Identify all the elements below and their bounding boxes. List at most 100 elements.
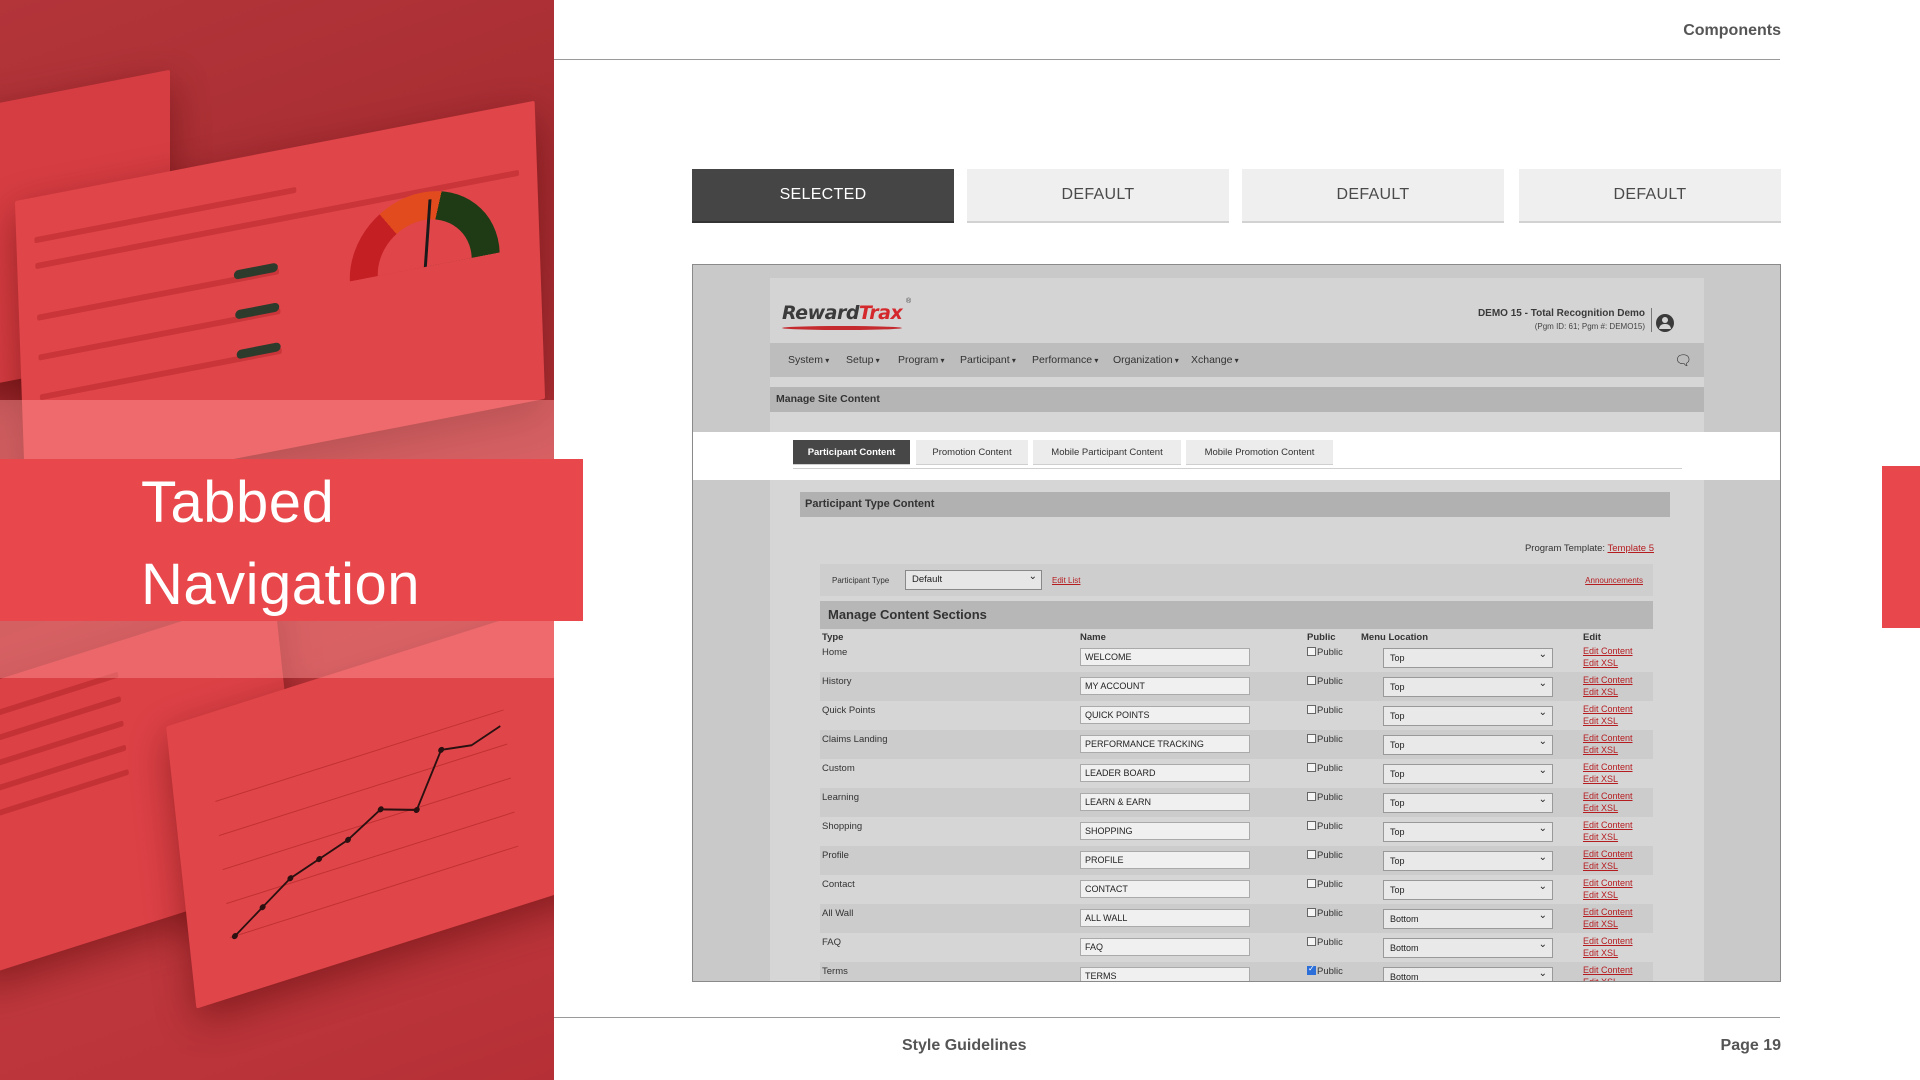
row-public[interactable]: Public <box>1307 647 1343 658</box>
public-checkbox[interactable] <box>1307 676 1316 685</box>
tab-default-2[interactable]: DEFAULT <box>1242 169 1504 223</box>
row-name-input[interactable]: FAQ <box>1080 938 1250 956</box>
public-checkbox[interactable] <box>1307 964 1316 975</box>
tab-promotion-content[interactable]: Promotion Content <box>916 440 1028 465</box>
row-menu-location-select[interactable]: Top <box>1383 735 1553 755</box>
edit-content-link[interactable]: Edit Content <box>1583 907 1633 919</box>
template-link[interactable]: Template 5 <box>1608 543 1654 554</box>
edit-content-link[interactable]: Edit Content <box>1583 791 1633 803</box>
row-menu-location-select[interactable]: Top <box>1383 764 1553 784</box>
user-account-icon[interactable] <box>1656 314 1674 332</box>
edit-content-link[interactable]: Edit Content <box>1583 646 1633 658</box>
tab-selected[interactable]: SELECTED <box>692 169 954 223</box>
nav-program[interactable]: Program <box>898 354 945 366</box>
tab-mobile-participant-content[interactable]: Mobile Participant Content <box>1033 440 1181 465</box>
public-checkbox[interactable] <box>1307 850 1316 859</box>
public-checkbox[interactable] <box>1307 908 1316 917</box>
row-public[interactable]: Public <box>1307 763 1343 774</box>
row-menu-location-select[interactable]: Bottom <box>1383 909 1553 929</box>
nav-performance[interactable]: Performance <box>1032 354 1098 366</box>
row-menu-location-select[interactable]: Bottom <box>1383 967 1553 981</box>
public-checkbox[interactable] <box>1307 705 1316 714</box>
public-checkbox[interactable] <box>1307 821 1316 830</box>
row-name-input[interactable]: CONTACT <box>1080 880 1250 898</box>
row-public[interactable]: Public <box>1307 792 1343 803</box>
hero-title-line2: Navigation <box>141 552 421 617</box>
main-nav: System Setup Program Participant Perform… <box>770 343 1704 377</box>
row-menu-location-select[interactable]: Top <box>1383 880 1553 900</box>
row-menu-location-select[interactable]: Top <box>1383 706 1553 726</box>
row-name-input[interactable]: TERMS <box>1080 967 1250 981</box>
row-public[interactable]: Public <box>1307 821 1343 832</box>
row-public[interactable]: Public <box>1307 705 1343 716</box>
public-checkbox[interactable] <box>1307 647 1316 656</box>
edit-content-link[interactable]: Edit Content <box>1583 849 1633 861</box>
row-name-input[interactable]: WELCOME <box>1080 648 1250 666</box>
row-name-input[interactable]: MY ACCOUNT <box>1080 677 1250 695</box>
public-checkbox[interactable] <box>1307 937 1316 946</box>
row-public[interactable]: Public <box>1307 879 1343 890</box>
row-menu-location-select[interactable]: Top <box>1383 851 1553 871</box>
row-public[interactable]: Public <box>1307 964 1343 977</box>
tab-default-3[interactable]: DEFAULT <box>1519 169 1781 223</box>
row-name-input[interactable]: PERFORMANCE TRACKING <box>1080 735 1250 753</box>
edit-content-link[interactable]: Edit Content <box>1583 675 1633 687</box>
edit-content-link[interactable]: Edit Content <box>1583 733 1633 745</box>
row-public[interactable]: Public <box>1307 908 1343 919</box>
row-name-input[interactable]: LEARN & EARN <box>1080 793 1250 811</box>
rewardtrax-logo[interactable]: RewardTrax <box>782 302 903 330</box>
edit-content-link[interactable]: Edit Content <box>1583 762 1633 774</box>
edit-xsl-link[interactable]: Edit XSL <box>1583 658 1633 670</box>
public-checkbox[interactable] <box>1307 792 1316 801</box>
row-edit-links: Edit Content Edit XSL <box>1583 704 1633 727</box>
row-name-input[interactable]: LEADER BOARD <box>1080 764 1250 782</box>
participant-type-select[interactable]: Default <box>905 570 1042 590</box>
row-menu-location-select[interactable]: Bottom <box>1383 938 1553 958</box>
announcements-link[interactable]: Announcements <box>1585 576 1643 585</box>
edit-xsl-link[interactable]: Edit XSL <box>1583 890 1633 902</box>
edit-xsl-link[interactable]: Edit XSL <box>1583 687 1633 699</box>
row-name-input[interactable]: ALL WALL <box>1080 909 1250 927</box>
edit-xsl-link[interactable]: Edit XSL <box>1583 832 1633 844</box>
row-type: Profile <box>822 850 849 861</box>
nav-organization[interactable]: Organization <box>1113 354 1179 366</box>
edit-xsl-link[interactable]: Edit XSL <box>1583 716 1633 728</box>
edit-content-link[interactable]: Edit Content <box>1583 878 1633 890</box>
row-name-input[interactable]: PROFILE <box>1080 851 1250 869</box>
edit-xsl-link[interactable]: Edit XSL <box>1583 774 1633 786</box>
nav-system[interactable]: System <box>788 354 829 366</box>
row-menu-location-select[interactable]: Top <box>1383 822 1553 842</box>
row-public[interactable]: Public <box>1307 734 1343 745</box>
public-checkbox[interactable] <box>1307 879 1316 888</box>
edit-list-link[interactable]: Edit List <box>1052 576 1080 585</box>
tab-participant-content[interactable]: Participant Content <box>793 440 910 465</box>
row-menu-location-select[interactable]: Top <box>1383 677 1553 697</box>
gauge-graphic <box>347 177 500 282</box>
edit-xsl-link[interactable]: Edit XSL <box>1583 919 1633 931</box>
edit-content-link[interactable]: Edit Content <box>1583 936 1633 948</box>
row-public[interactable]: Public <box>1307 937 1343 948</box>
row-type: Custom <box>822 763 855 774</box>
tab-default-1[interactable]: DEFAULT <box>967 169 1229 223</box>
row-name-input[interactable]: QUICK POINTS <box>1080 706 1250 724</box>
nav-setup[interactable]: Setup <box>846 354 880 366</box>
edit-xsl-link[interactable]: Edit XSL <box>1583 977 1633 982</box>
nav-xchange[interactable]: Xchange <box>1191 354 1239 366</box>
edit-xsl-link[interactable]: Edit XSL <box>1583 861 1633 873</box>
edit-content-link[interactable]: Edit Content <box>1583 820 1633 832</box>
edit-content-link[interactable]: Edit Content <box>1583 704 1633 716</box>
row-menu-location-select[interactable]: Top <box>1383 793 1553 813</box>
public-checkbox[interactable] <box>1307 763 1316 772</box>
public-checkbox[interactable] <box>1307 734 1316 743</box>
nav-participant[interactable]: Participant <box>960 354 1016 366</box>
edit-content-link[interactable]: Edit Content <box>1583 965 1633 977</box>
row-name-input[interactable]: SHOPPING <box>1080 822 1250 840</box>
row-public[interactable]: Public <box>1307 676 1343 687</box>
edit-xsl-link[interactable]: Edit XSL <box>1583 745 1633 757</box>
edit-xsl-link[interactable]: Edit XSL <box>1583 948 1633 960</box>
tab-mobile-promotion-content[interactable]: Mobile Promotion Content <box>1186 440 1333 465</box>
chat-icon[interactable]: 🗨 <box>1674 352 1692 369</box>
row-public[interactable]: Public <box>1307 850 1343 861</box>
row-menu-location-select[interactable]: Top <box>1383 648 1553 668</box>
edit-xsl-link[interactable]: Edit XSL <box>1583 803 1633 815</box>
